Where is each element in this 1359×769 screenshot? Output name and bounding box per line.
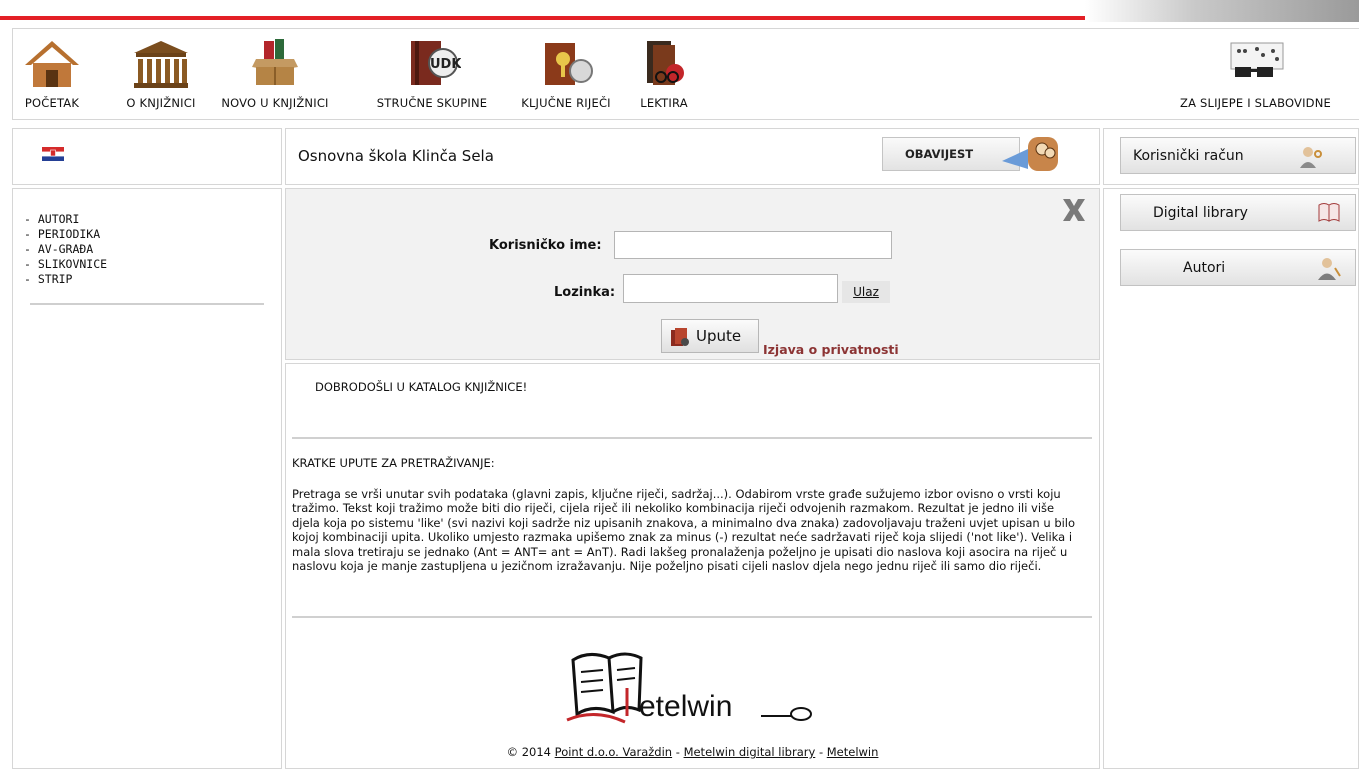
privacy-statement-link[interactable]: Izjava o privatnosti xyxy=(763,342,899,357)
company-link[interactable]: Point d.o.o. Varaždin xyxy=(555,745,672,759)
close-icon[interactable] xyxy=(1060,197,1088,223)
login-submit-button[interactable]: Ulaz xyxy=(842,281,890,303)
nav-label: ZA SLIJEPE I SLABOVIDNE xyxy=(1179,96,1332,110)
red-accent-stripe xyxy=(0,16,1100,20)
welcome-text: DOBRODOŠLI U KATALOG KNJIŽNICE! xyxy=(315,380,528,394)
instructions-title: KRATKE UPUTE ZA PRETRAŽIVANJE: xyxy=(292,456,495,470)
copyright-text: © 2014 xyxy=(506,745,552,759)
top-decorative-strip xyxy=(0,0,1359,22)
user-account-label: Korisnički račun xyxy=(1133,147,1244,164)
search-instructions: Pretraga se vrši unutar svih podataka (g… xyxy=(292,487,1076,574)
keyword-search-icon xyxy=(545,43,593,85)
new-books-box-icon xyxy=(252,39,298,85)
menu-item-autori[interactable]: - AUTORI xyxy=(24,212,107,227)
nav-item-strucne-skupine[interactable]: UDK STRUČNE SKUPINE xyxy=(361,29,503,119)
nav-label: STRUČNE SKUPINE xyxy=(376,96,488,110)
nav-item-pocetak[interactable]: POČETAK xyxy=(21,29,83,119)
user-key-icon xyxy=(1300,147,1322,168)
nav-item-za-slijepe[interactable]: ZA SLIJEPE I SLABOVIDNE xyxy=(1163,29,1348,119)
nav-item-novo-u-knjiznici[interactable]: NOVO U KNJIŽNICI xyxy=(217,29,333,119)
menu-item-strip[interactable]: - STRIP xyxy=(24,272,107,287)
menu-item-slikovnice[interactable]: - SLIKOVNICE xyxy=(24,257,107,272)
footer-separator: - xyxy=(675,745,680,759)
footer-separator: - xyxy=(818,745,824,759)
nav-item-lektira[interactable]: LEKTIRA xyxy=(631,29,697,119)
header-gradient xyxy=(1085,0,1359,22)
nav-item-o-knjiznici[interactable]: O KNJIŽNICI xyxy=(117,29,205,119)
library-building-icon xyxy=(134,41,188,88)
divider xyxy=(292,616,1092,618)
nav-item-kljucne-rijeci[interactable]: KLJUČNE RIJEČI xyxy=(510,29,622,119)
divider xyxy=(292,437,1092,439)
divider xyxy=(30,303,264,305)
metelwin-link[interactable]: Metelwin xyxy=(827,745,879,759)
digital-library-footer-link[interactable]: Metelwin digital library xyxy=(684,745,816,759)
reading-books-icon xyxy=(647,41,684,85)
authors-label: Autori xyxy=(1183,259,1226,276)
school-name: Osnovna škola Klinča Sela xyxy=(298,147,494,165)
nav-label: NOVO U KNJIŽNICI xyxy=(221,96,329,110)
logo-text: etelwin xyxy=(639,690,732,723)
nav-label: LEKTIRA xyxy=(640,96,688,110)
user-account-button[interactable]: Korisnički račun xyxy=(1120,137,1356,174)
password-input[interactable] xyxy=(623,274,838,303)
nav-label: POČETAK xyxy=(24,96,80,110)
metelwin-logo: etelwin xyxy=(566,652,812,724)
authors-button[interactable]: Autori xyxy=(1120,249,1356,286)
author-person-icon xyxy=(1318,258,1341,280)
open-book-icon xyxy=(1318,203,1340,222)
svg-text:UDK: UDK xyxy=(430,57,461,72)
password-label: Lozinka: xyxy=(554,285,616,300)
digital-library-label: Digital library xyxy=(1153,204,1248,221)
help-book-icon xyxy=(671,328,689,346)
material-type-menu: - AUTORI - PERIODIKA - AV-GRAĐA - SLIKOV… xyxy=(24,212,107,287)
footer: © 2014 Point d.o.o. Varaždin - Metelwin … xyxy=(285,745,1100,759)
menu-item-av-grada[interactable]: - AV-GRAĐA xyxy=(24,242,107,257)
nav-label: KLJUČNE RIJEČI xyxy=(521,96,611,110)
digital-library-button[interactable]: Digital library xyxy=(1120,194,1356,231)
braille-glasses-icon xyxy=(1230,42,1283,77)
username-label: Korisničko ime: xyxy=(489,238,602,253)
username-input[interactable] xyxy=(614,231,892,259)
main-navigation: POČETAK O KNJIŽNICI NOVO U KNJIŽNICI UDK… xyxy=(12,28,1359,120)
croatian-flag-icon[interactable] xyxy=(42,147,64,161)
nav-label: O KNJIŽNICI xyxy=(126,96,196,110)
udk-book-icon: UDK xyxy=(411,41,461,85)
menu-item-periodika[interactable]: - PERIODIKA xyxy=(24,227,107,242)
megaphone-announcement-icon xyxy=(1002,137,1058,171)
house-icon xyxy=(25,41,79,87)
